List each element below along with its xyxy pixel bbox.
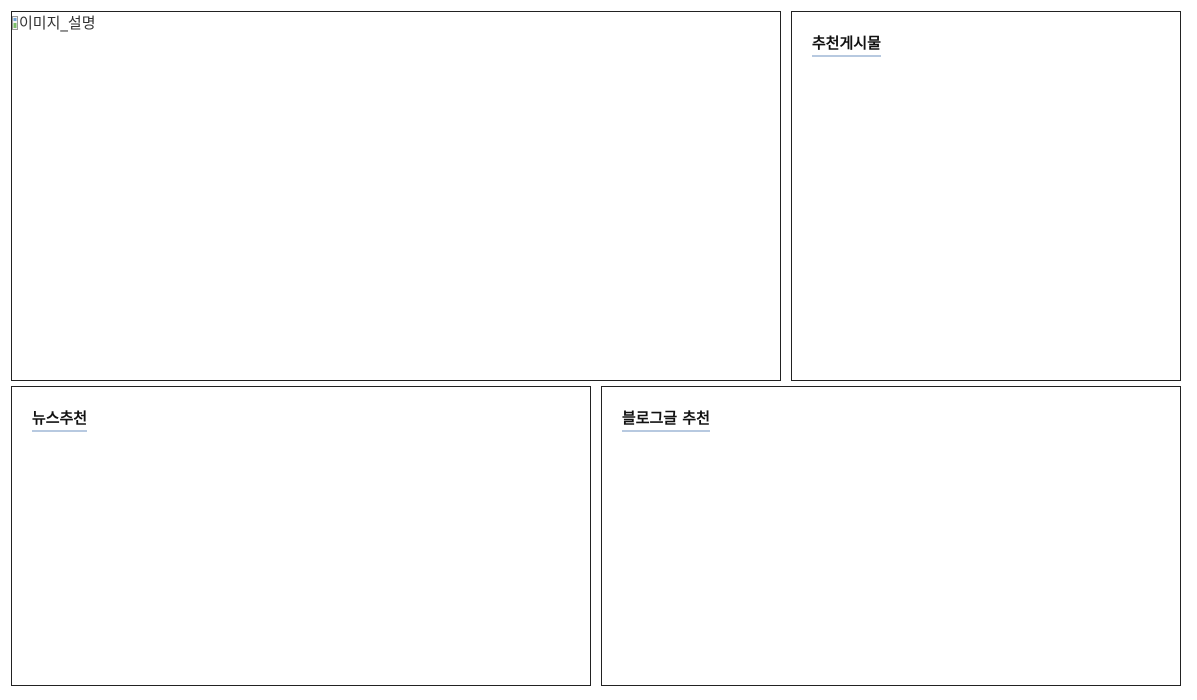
news-title: 뉴스추천 [32,409,88,432]
image-panel: 이미지_설명 [11,11,781,381]
blog-title: 블로그글 추천 [622,409,711,432]
recommended-posts-title: 추천게시물 [812,34,882,57]
broken-image-icon [12,15,18,31]
recommended-posts-panel: 추천게시물 [791,11,1181,381]
hero-image[interactable]: 이미지_설명 [12,14,96,32]
hero-image-alt-text: 이미지_설명 [19,14,96,32]
blog-panel: 블로그글 추천 [601,386,1181,686]
news-panel: 뉴스추천 [11,386,591,686]
